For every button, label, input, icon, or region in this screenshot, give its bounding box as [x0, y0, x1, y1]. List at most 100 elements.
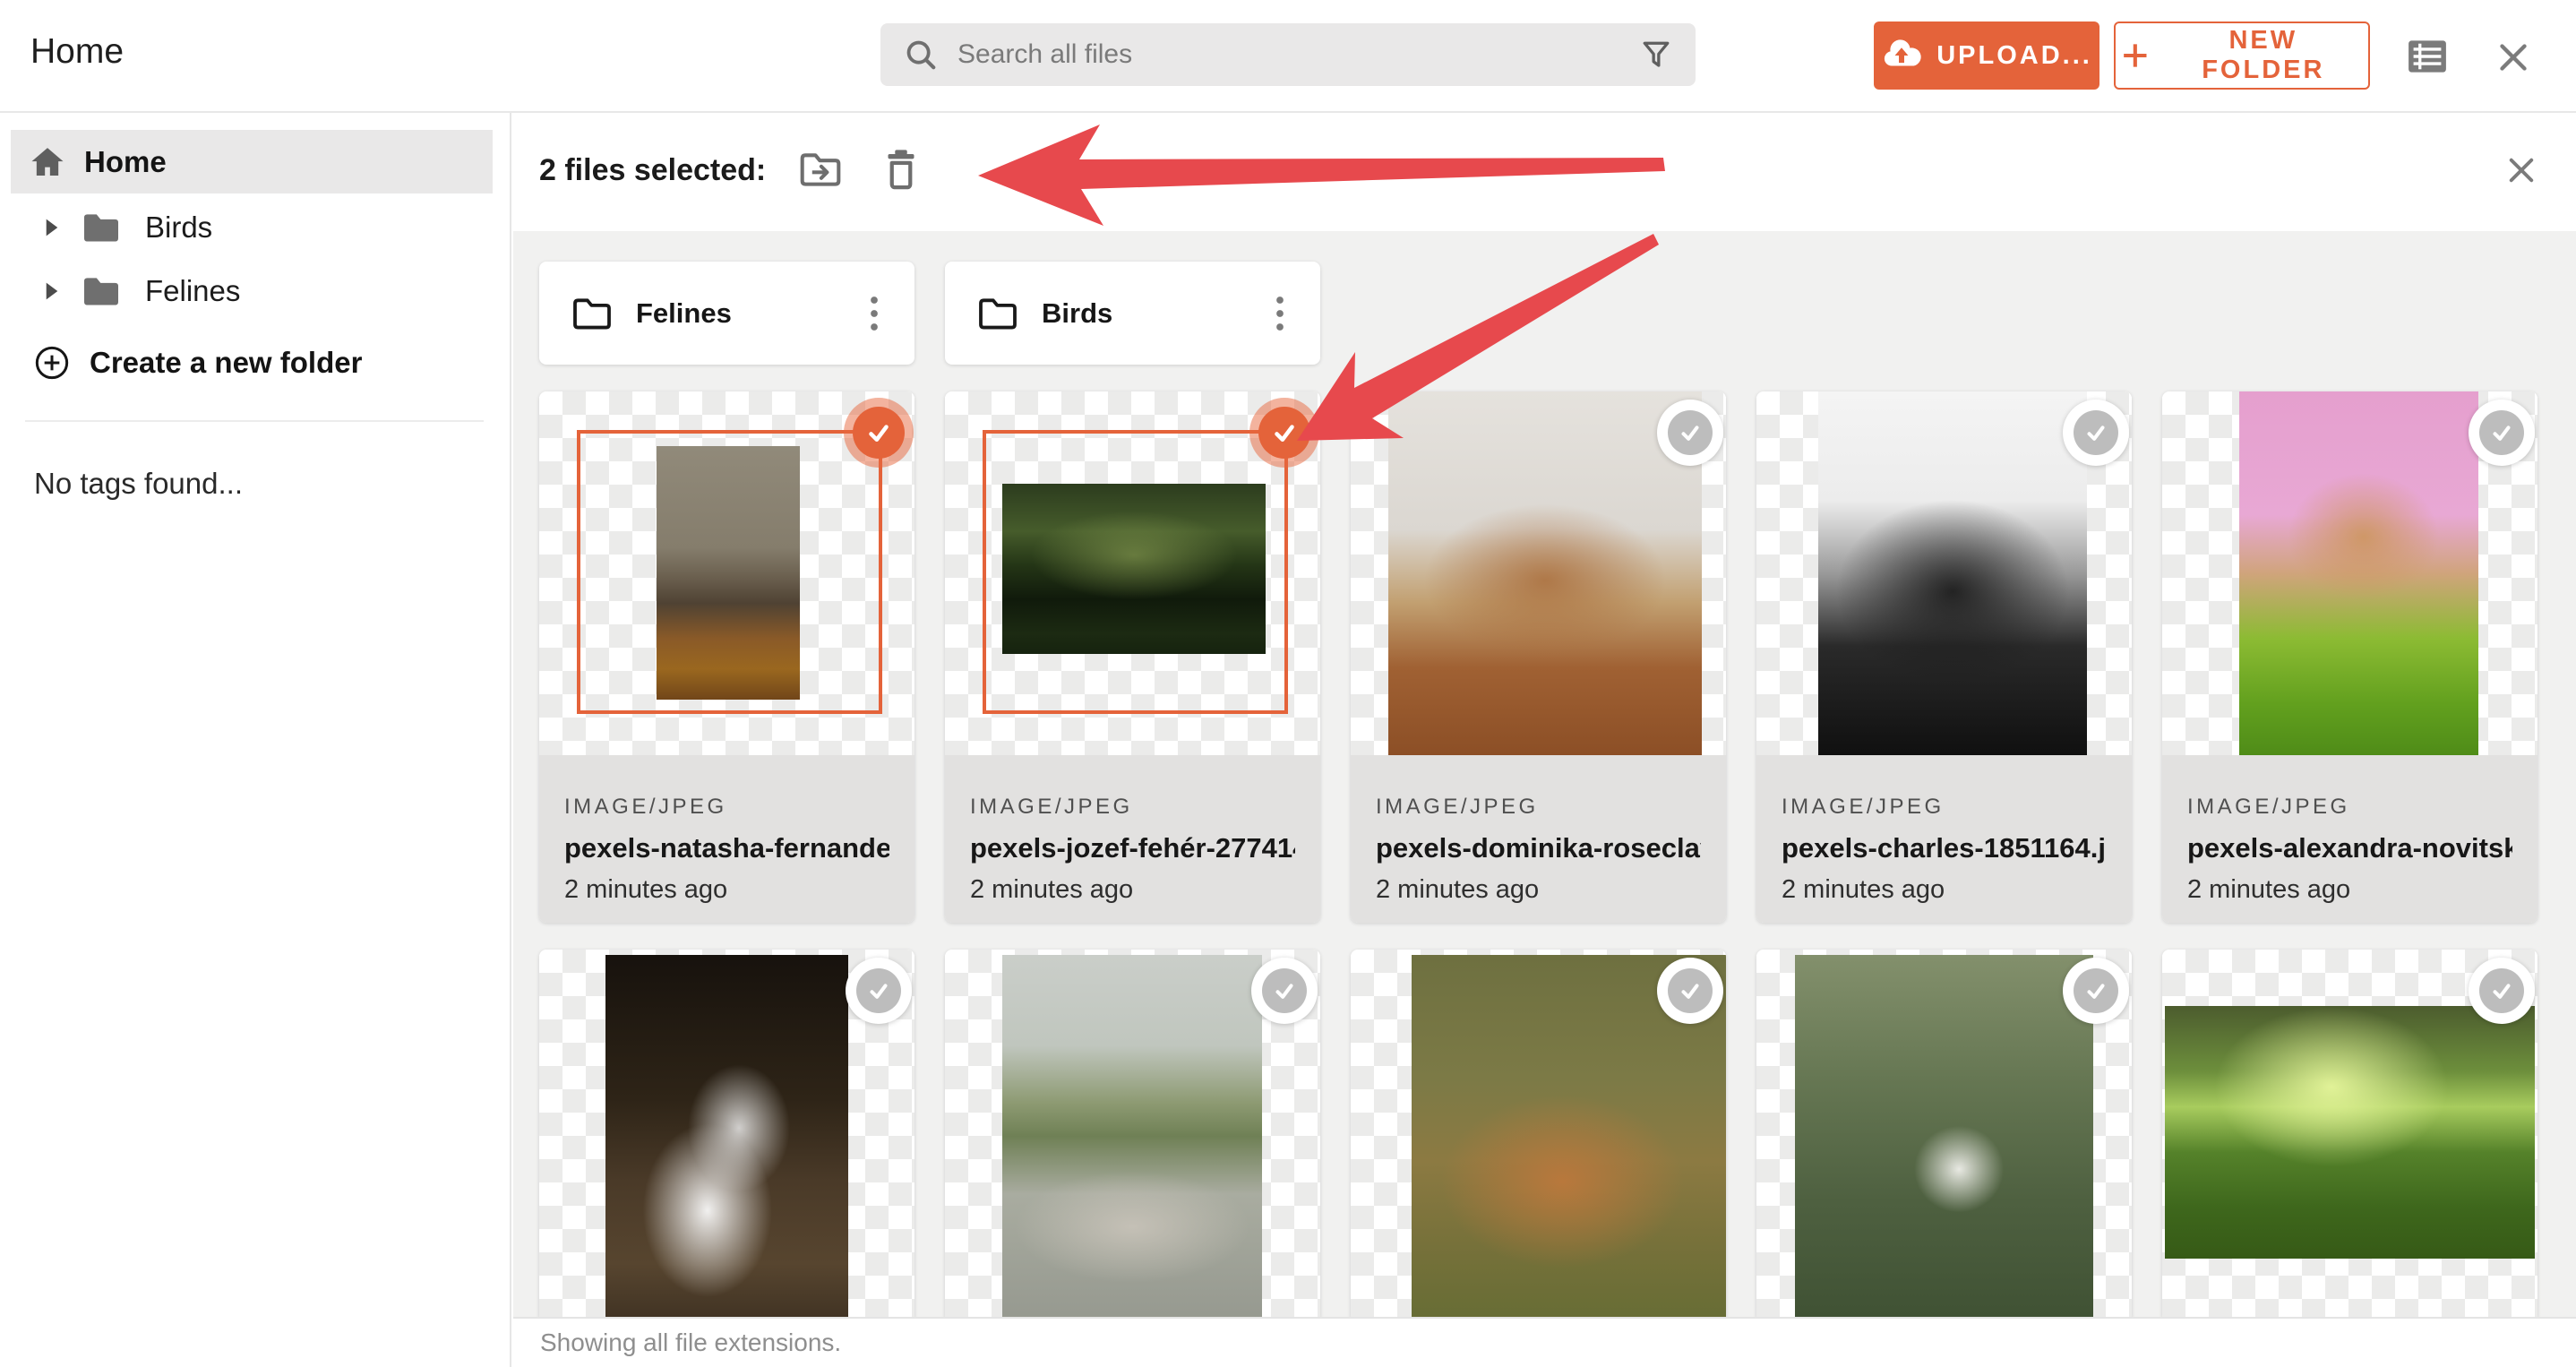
sidebar-divider [25, 420, 484, 422]
file-card[interactable]: IMAGE/JPEG pexels-alexandra-novitskaya-2… [2162, 391, 2537, 923]
kebab-menu-icon[interactable] [1275, 296, 1284, 331]
file-thumbnail-area [1756, 950, 2132, 1319]
plus-icon [2124, 44, 2147, 67]
sidebar: Home Birds Felines Create a new folder N… [0, 113, 511, 1367]
create-folder-label: Create a new folder [90, 345, 363, 379]
file-card[interactable]: IMAGE/JPEG pexels-dominika-roseclay-8952… [1351, 391, 1726, 923]
file-time: 2 minutes ago [1376, 875, 1540, 904]
selection-checkmark-unselected[interactable] [2063, 958, 2129, 1024]
file-name: pexels-charles-1851164.jpg [1782, 832, 2107, 864]
selection-checkmark-unselected[interactable] [2469, 958, 2535, 1024]
file-card[interactable]: IMAGE/JPEG pexels-charles-1851164.jpg 2 … [1756, 391, 2132, 923]
file-card[interactable] [1351, 950, 1726, 1319]
check-icon [1275, 984, 1293, 999]
selection-checkmark-selected[interactable] [1249, 398, 1319, 468]
selection-checkmark-unselected[interactable] [2469, 400, 2535, 466]
check-icon [2493, 984, 2511, 999]
sidebar-item-label: Home [84, 144, 167, 178]
file-time: 2 minutes ago [2187, 875, 2351, 904]
new-folder-button-label: NEW FOLDER [2202, 26, 2325, 84]
sidebar-item-label: Birds [145, 210, 213, 244]
file-card[interactable]: IMAGE/JPEG pexels-jozef-fehér-2774140.jp… [945, 391, 1320, 923]
new-folder-button[interactable]: NEW FOLDER [2114, 21, 2370, 90]
check-icon [2087, 984, 2105, 999]
folder-icon [81, 274, 122, 308]
file-thumbnail-area [1351, 391, 1726, 755]
thumbnail-goat-on-mountainside [1795, 955, 2093, 1319]
plus-circle-icon [35, 346, 69, 379]
move-to-folder-icon[interactable] [799, 150, 842, 188]
thumbnail-dog-fetching-stick-in-water [1002, 484, 1266, 654]
sidebar-item-felines[interactable]: Felines [11, 259, 493, 322]
trash-icon[interactable] [883, 149, 919, 190]
folder-card-felines[interactable]: Felines [539, 262, 914, 365]
file-card[interactable] [2162, 950, 2537, 1319]
thumbnail-brown-dachshund [1388, 391, 1702, 755]
file-meta: IMAGE/JPEG pexels-dominika-roseclay-8952… [1351, 755, 1726, 923]
file-meta: IMAGE/JPEG pexels-jozef-fehér-2774140.jp… [945, 755, 1320, 923]
file-thumbnail-area [539, 950, 914, 1319]
folder-icon [573, 297, 611, 329]
folder-card-label: Felines [636, 297, 732, 329]
list-view-icon[interactable] [2408, 39, 2447, 73]
thumbnail-dog-in-green-coat [2239, 391, 2478, 755]
cloud-upload-icon [1885, 39, 1921, 66]
folder-card-birds[interactable]: Birds [945, 262, 1320, 365]
close-icon[interactable] [2495, 39, 2531, 75]
file-type: IMAGE/JPEG [970, 795, 1133, 819]
no-tags-message: No tags found... [34, 467, 243, 500]
page-title: Home [30, 32, 125, 71]
selection-checkmark-unselected[interactable] [2063, 400, 2129, 466]
file-thumbnail-area [2162, 391, 2537, 755]
thumbnail-geese-on-road [1002, 955, 1262, 1319]
selection-checkmark-unselected[interactable] [1657, 400, 1723, 466]
file-card[interactable] [539, 950, 914, 1319]
file-manager-window: Home UPLOAD... NEW FOLDER [0, 0, 2576, 1367]
search-bar[interactable] [880, 23, 1696, 86]
selection-checkmark-unselected[interactable] [846, 958, 912, 1024]
file-meta: IMAGE/JPEG pexels-alexandra-novitskaya-2… [2162, 755, 2537, 923]
kebab-menu-icon[interactable] [870, 296, 879, 331]
sidebar-item-home[interactable]: Home [11, 130, 493, 193]
file-time: 2 minutes ago [1782, 875, 1945, 904]
file-thumbnail-area [539, 391, 914, 755]
sidebar-item-label: Felines [145, 273, 241, 307]
selection-checkmark-unselected[interactable] [1251, 958, 1318, 1024]
file-type: IMAGE/JPEG [1782, 795, 1945, 819]
thumbnail-black-pug [1818, 391, 2087, 755]
selection-checkmark-selected[interactable] [844, 398, 914, 468]
folder-icon [81, 211, 122, 245]
thumbnail-seagulls-on-railing [605, 955, 848, 1319]
check-icon [2087, 426, 2105, 441]
upload-button[interactable]: UPLOAD... [1874, 21, 2099, 90]
file-meta: IMAGE/JPEG pexels-charles-1851164.jpg 2 … [1756, 755, 2132, 923]
file-name: pexels-jozef-fehér-2774140.jpg [970, 832, 1295, 864]
thumbnail-lambs-in-grass [2165, 1006, 2535, 1259]
upload-button-label: UPLOAD... [1936, 40, 2092, 70]
header-bar: Home UPLOAD... NEW FOLDER [0, 0, 2576, 113]
expand-caret-icon[interactable] [45, 281, 59, 301]
file-card[interactable]: IMAGE/JPEG pexels-natasha-fernandez-733.… [539, 391, 914, 923]
file-time: 2 minutes ago [970, 875, 1134, 904]
file-name: pexels-alexandra-novitskaya-2... [2187, 832, 2512, 864]
selection-count-text: 2 files selected: [539, 153, 767, 187]
file-thumbnail-area [1351, 950, 1726, 1319]
file-thumbnail-area [1756, 391, 2132, 755]
check-icon [870, 984, 888, 999]
clear-selection-icon[interactable] [2505, 154, 2537, 186]
file-card[interactable] [1756, 950, 2132, 1319]
selection-checkmark-unselected[interactable] [1657, 958, 1723, 1024]
file-time: 2 minutes ago [564, 875, 728, 904]
create-new-folder-button[interactable]: Create a new folder [11, 331, 493, 394]
file-thumbnail-area [945, 950, 1320, 1319]
file-card[interactable] [945, 950, 1320, 1319]
file-meta: IMAGE/JPEG pexels-natasha-fernandez-733.… [539, 755, 914, 923]
sidebar-item-birds[interactable]: Birds [11, 195, 493, 259]
file-type: IMAGE/JPEG [2187, 795, 2350, 819]
search-icon [906, 40, 936, 70]
check-icon [1275, 425, 1294, 443]
search-input[interactable] [956, 39, 1640, 71]
filter-funnel-icon[interactable] [1640, 39, 1672, 71]
annotation-arrow-to-toolbar-icons [978, 125, 1665, 226]
expand-caret-icon[interactable] [45, 218, 59, 237]
